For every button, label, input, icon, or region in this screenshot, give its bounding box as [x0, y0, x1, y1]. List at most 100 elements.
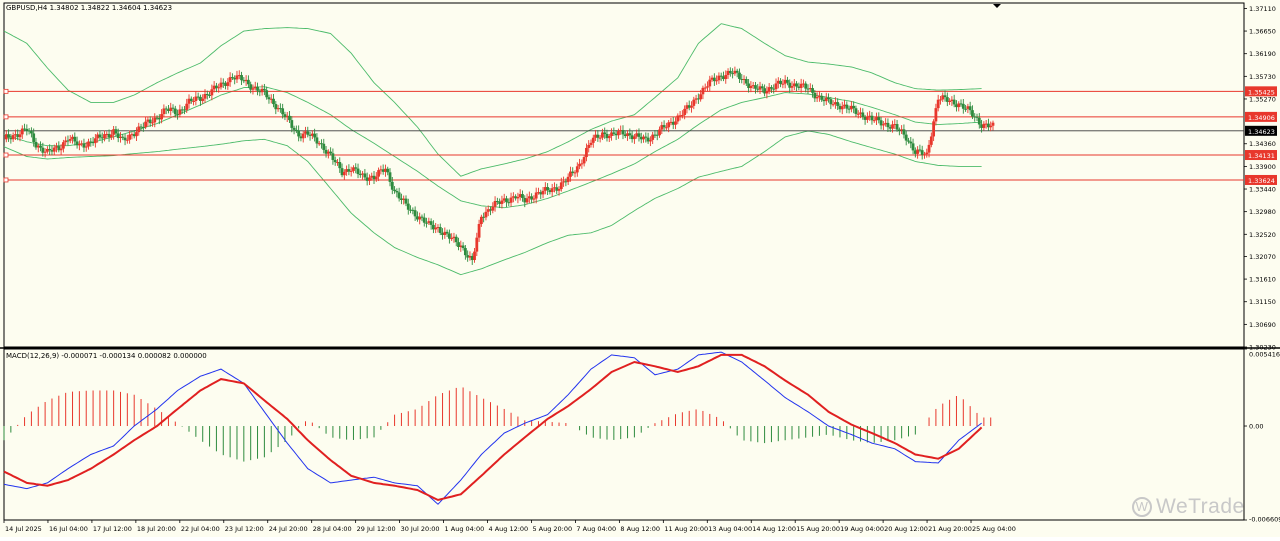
candle-body [566, 176, 570, 182]
candle-body [865, 116, 869, 120]
candle-body [877, 117, 881, 121]
candle-body [706, 86, 709, 88]
time-tick-label: 20 Aug 12:00 [884, 525, 928, 533]
candle-body [701, 87, 705, 95]
candle-body [795, 83, 798, 87]
candle-body [43, 151, 47, 153]
candle-body [541, 190, 545, 195]
candle-body [288, 115, 291, 121]
candle-body [911, 143, 915, 151]
candle-body [313, 133, 317, 138]
candle-body [73, 136, 77, 142]
candle-body [505, 198, 508, 203]
candle-body [39, 145, 42, 148]
candle-body [11, 135, 15, 140]
candle-body [374, 176, 378, 180]
candle-body [484, 211, 488, 218]
candle-body [363, 173, 367, 178]
candle-body [329, 151, 333, 154]
candle-body [297, 130, 301, 137]
time-tick-label: 14 Aug 12:00 [752, 525, 796, 533]
candle-body [939, 99, 942, 101]
level-tag-3: 1.34131 [1248, 152, 1275, 160]
candle-body [450, 238, 454, 240]
candle-body [349, 170, 353, 172]
time-tick-label: 30 Jul 20:00 [401, 525, 440, 533]
candle-body [306, 131, 310, 135]
candle-body [390, 181, 394, 190]
candle-body [262, 88, 266, 91]
time-tick-label: 23 Jul 12:00 [225, 525, 264, 533]
candle-body [881, 124, 885, 126]
candle-body [607, 135, 611, 139]
candle-body [861, 112, 865, 117]
candle-body [952, 99, 956, 105]
candle-body [961, 103, 965, 109]
price-tick-label: 1.36650 [1249, 28, 1276, 36]
candle-body [61, 142, 65, 149]
candle-body [333, 159, 337, 163]
candle-body [144, 121, 148, 128]
candle-body [909, 141, 913, 144]
candle-body [422, 217, 426, 223]
candle-body [749, 85, 753, 89]
time-tick-label: 22 Jul 04:00 [181, 525, 220, 533]
time-tick-label: 24 Jul 20:00 [269, 525, 308, 533]
price-tick-label: 1.35730 [1249, 73, 1276, 81]
candle-body [534, 192, 538, 199]
candle-body [546, 187, 550, 191]
candle-body [820, 95, 824, 100]
time-tick-label: 16 Jul 04:00 [49, 525, 88, 533]
candle-body [30, 131, 33, 134]
candle-body [580, 163, 584, 165]
candle-body [246, 79, 250, 85]
candle-body [292, 127, 296, 130]
candle-body [128, 134, 132, 140]
time-tick-label: 29 Jul 12:00 [357, 525, 396, 533]
candle-body [475, 237, 479, 252]
candle-body [7, 134, 10, 138]
candle-body [160, 114, 164, 120]
candle-body [845, 104, 849, 109]
time-tick-label: 14 Jul 2025 [5, 525, 42, 533]
candle-body [829, 99, 833, 105]
macd-tick-label: -0.006609 [1249, 516, 1280, 524]
candle-body [760, 86, 764, 89]
trading-chart[interactable]: 1.35425 1.34906 1.34131 1.33624 1.34623 1.371… [0, 0, 1280, 537]
candle-body [420, 216, 424, 218]
candle-body [356, 168, 360, 175]
price-tick-label: 1.35270 [1249, 95, 1276, 103]
candle-body [703, 87, 707, 89]
candle-body [342, 171, 346, 176]
level-anchor-1[interactable] [3, 88, 9, 94]
candle-body [201, 98, 205, 101]
candle-body [728, 70, 732, 74]
candle-body [377, 170, 380, 177]
candle-body [585, 147, 588, 158]
time-tick-label: 13 Aug 04:00 [708, 525, 752, 533]
candle-body [971, 110, 974, 117]
watermark: W WeTrade [1132, 494, 1245, 520]
candle-body [644, 136, 648, 138]
level-anchor-2[interactable] [3, 114, 9, 120]
candle-body [920, 150, 924, 155]
candle-body [500, 200, 504, 204]
candle-body [754, 85, 757, 89]
candle-body [272, 98, 275, 105]
chart-canvas[interactable]: 1.354251.349061.341311.336241.346231.371… [0, 0, 1280, 537]
price-tick-label: 1.34360 [1249, 140, 1276, 148]
candle-body [290, 120, 294, 128]
candle-body [516, 197, 520, 199]
candle-body [32, 133, 36, 142]
candle-body [121, 136, 125, 138]
level-anchor-3[interactable] [3, 152, 9, 158]
candle-body [840, 106, 844, 110]
price-tick-label: 1.32980 [1249, 208, 1276, 216]
candle-body [509, 197, 513, 203]
candle-body [573, 172, 577, 174]
price-tick-label: 1.31150 [1249, 298, 1276, 306]
time-tick-label: 8 Aug 12:00 [620, 525, 660, 533]
candle-body [52, 147, 56, 152]
time-tick-label: 21 Aug 20:00 [928, 525, 972, 533]
level-anchor-4[interactable] [3, 177, 9, 183]
